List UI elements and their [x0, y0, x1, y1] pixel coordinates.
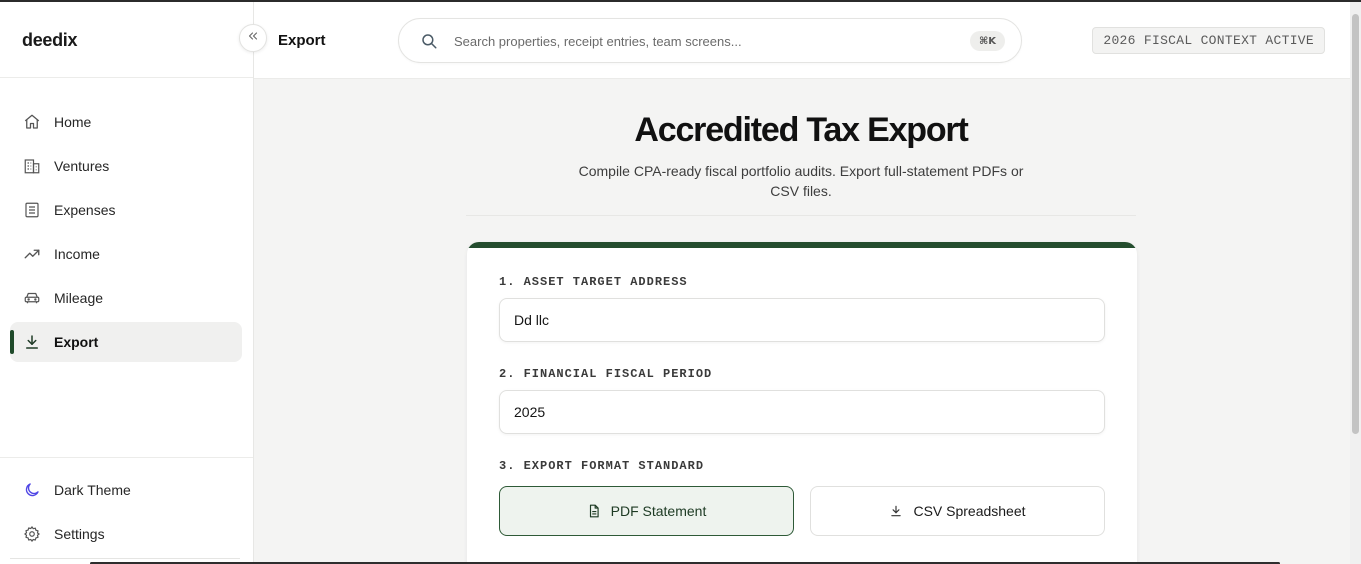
top-header: Export ⌘K 2026 FISCAL CONTEXT ACTIVE: [254, 2, 1350, 79]
csv-spreadsheet-button[interactable]: CSV Spreadsheet: [810, 486, 1105, 536]
sidebar-item-label: Export: [54, 334, 99, 350]
asset-address-select[interactable]: Dd llc: [499, 298, 1105, 342]
sidebar-item-label: Mileage: [54, 290, 104, 306]
chevrons-left-icon: [247, 29, 259, 47]
gear-icon: [23, 525, 41, 543]
title-divider: [466, 215, 1136, 216]
collapse-sidebar-button[interactable]: [239, 24, 267, 52]
download-icon: [23, 333, 41, 351]
card-accent-bar: [467, 242, 1137, 248]
sidebar-divider: [0, 77, 253, 78]
pdf-statement-button[interactable]: PDF Statement: [499, 486, 794, 536]
sidebar-item-label: Expenses: [54, 202, 116, 218]
asset-address-label: 1. ASSET TARGET ADDRESS: [499, 275, 688, 289]
sidebar-item-label: Dark Theme: [54, 482, 131, 498]
fiscal-period-select[interactable]: 2025: [499, 390, 1105, 434]
asset-address-value: Dd llc: [514, 312, 550, 328]
search-bar[interactable]: ⌘K: [398, 18, 1022, 63]
sidebar-item-mileage[interactable]: Mileage: [10, 278, 242, 318]
sidebar-item-export[interactable]: Export: [10, 322, 242, 362]
sidebar-item-label: Home: [54, 114, 92, 130]
sidebar-item-expenses[interactable]: Expenses: [10, 190, 242, 230]
sidebar-bottom-rule: [10, 558, 240, 559]
page-title: Export: [278, 32, 326, 49]
sidebar-bottom-divider: [0, 457, 253, 458]
csv-spreadsheet-label: CSV Spreadsheet: [913, 503, 1026, 519]
export-subtitle: Compile CPA-ready fiscal portfolio audit…: [578, 163, 1024, 199]
sidebar-item-ventures[interactable]: Ventures: [10, 146, 242, 186]
export-title: Accredited Tax Export: [634, 111, 968, 149]
sidebar-item-label: Income: [54, 246, 100, 262]
brand-logo[interactable]: deedix: [22, 30, 78, 51]
home-icon: [23, 113, 41, 131]
sidebar-item-income[interactable]: Income: [10, 234, 242, 274]
dark-theme-toggle[interactable]: Dark Theme: [10, 470, 242, 510]
sidebar-item-label: Ventures: [54, 158, 110, 174]
sidebar-item-home[interactable]: Home: [10, 102, 242, 142]
moon-icon: [23, 481, 41, 499]
receipt-icon: [23, 201, 41, 219]
sidebar-item-settings[interactable]: Settings: [10, 514, 242, 554]
sidebar-nav: Home Ventures Expenses Income Mileage Ex…: [10, 102, 242, 366]
shortcut-hint: ⌘K: [969, 31, 1005, 51]
fiscal-context-badge: 2026 FISCAL CONTEXT ACTIVE: [1092, 27, 1325, 54]
export-form-card: 1. ASSET TARGET ADDRESS Dd llc 2. FINANC…: [467, 242, 1137, 564]
sidebar-item-label: Settings: [54, 526, 105, 542]
window-top-edge: [0, 0, 1361, 2]
car-icon: [23, 289, 41, 307]
pdf-statement-label: PDF Statement: [610, 503, 707, 519]
scrollbar-thumb[interactable]: [1352, 14, 1359, 434]
search-input[interactable]: [454, 31, 934, 51]
building-icon: [23, 157, 41, 175]
download-icon: [889, 504, 903, 518]
file-text-icon: [587, 504, 601, 518]
trending-up-icon: [23, 245, 41, 263]
fiscal-period-label: 2. FINANCIAL FISCAL PERIOD: [499, 367, 713, 381]
sidebar-bottom-nav: Dark Theme Settings: [10, 470, 242, 558]
fiscal-period-value: 2025: [514, 404, 546, 420]
search-icon: [420, 32, 438, 55]
export-format-label: 3. EXPORT FORMAT STANDARD: [499, 459, 705, 473]
sidebar: deedix Home Ventures Expenses Income Mil…: [0, 2, 254, 564]
